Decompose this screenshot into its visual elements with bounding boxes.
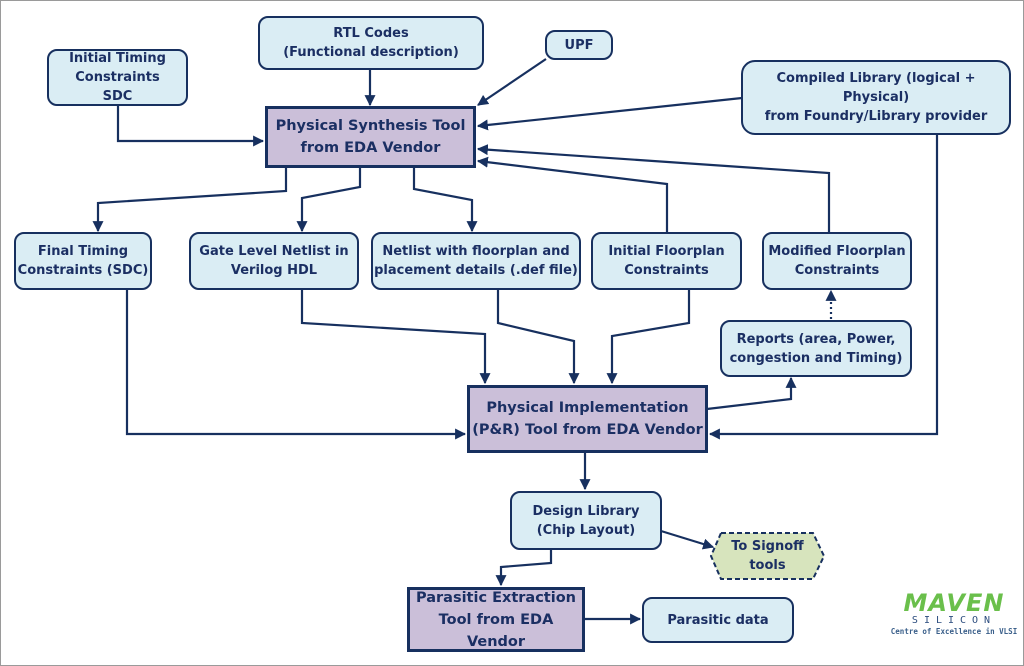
arrow-design-library-to-signoff [660, 529, 715, 550]
arrow-final-timing-to-pnr [125, 289, 467, 440]
arrow-design-library-to-parasitic [495, 549, 553, 587]
arrow-upf-to-synthesis [477, 58, 547, 106]
design-library-box: Design Library (Chip Layout) [510, 491, 662, 550]
arrow-synthesis-to-gate-netlist [296, 167, 362, 233]
arrow-pnr-to-reports [706, 376, 797, 411]
arrow-synthesis-to-final-timing [92, 167, 288, 233]
gate-level-netlist-box: Gate Level Netlist in Verilog HDL [189, 232, 359, 290]
netlist-floorplan-box: Netlist with floorplan and placement det… [371, 232, 581, 290]
final-timing-constraints-box: Final Timing Constraints (SDC) [14, 232, 152, 290]
arrow-initial-floorplan-to-pnr [606, 289, 691, 385]
upf-box: UPF [545, 30, 613, 60]
initial-timing-constraints-box: Initial Timing Constraints SDC [47, 49, 188, 106]
arrow-synthesis-to-netlist-floorplan [412, 167, 478, 233]
arrow-modified-floorplan-to-synthesis [476, 144, 831, 233]
arrow-netlist-floorplan-to-pnr [496, 289, 580, 385]
arrow-gate-netlist-to-pnr [300, 289, 491, 385]
arrow-initial-floorplan-to-synthesis [476, 156, 669, 233]
rtl-codes-box: RTL Codes (Functional description) [258, 16, 484, 70]
logo-tagline: Centre of Excellence in VLSI [890, 627, 1018, 636]
parasitic-data-box: Parasitic data [642, 597, 794, 643]
logo-brand: MAVEN [903, 589, 1005, 617]
maven-silicon-logo: MAVEN SILICON Centre of Excellence in VL… [889, 591, 1019, 641]
pnr-tool-box: Physical Implementation (P&R) Tool from … [467, 385, 708, 453]
arrow-library-to-synthesis [476, 96, 743, 131]
to-signoff-tools-box: To Signoff tools [731, 539, 804, 573]
modified-floorplan-box: Modified Floorplan Constraints [762, 232, 912, 290]
physical-synthesis-tool-box: Physical Synthesis Tool from EDA Vendor [265, 106, 476, 168]
reports-box: Reports (area, Power, congestion and Tim… [720, 320, 912, 377]
compiled-library-box: Compiled Library (logical + Physical) fr… [741, 60, 1011, 135]
parasitic-extraction-tool-box: Parasitic Extraction Tool from EDA Vendo… [407, 587, 585, 652]
initial-floorplan-box: Initial Floorplan Constraints [591, 232, 742, 290]
arrow-initial-timing-to-synthesis [116, 105, 265, 147]
flow-diagram: Initial Timing Constraints SDC RTL Codes… [0, 0, 1024, 666]
